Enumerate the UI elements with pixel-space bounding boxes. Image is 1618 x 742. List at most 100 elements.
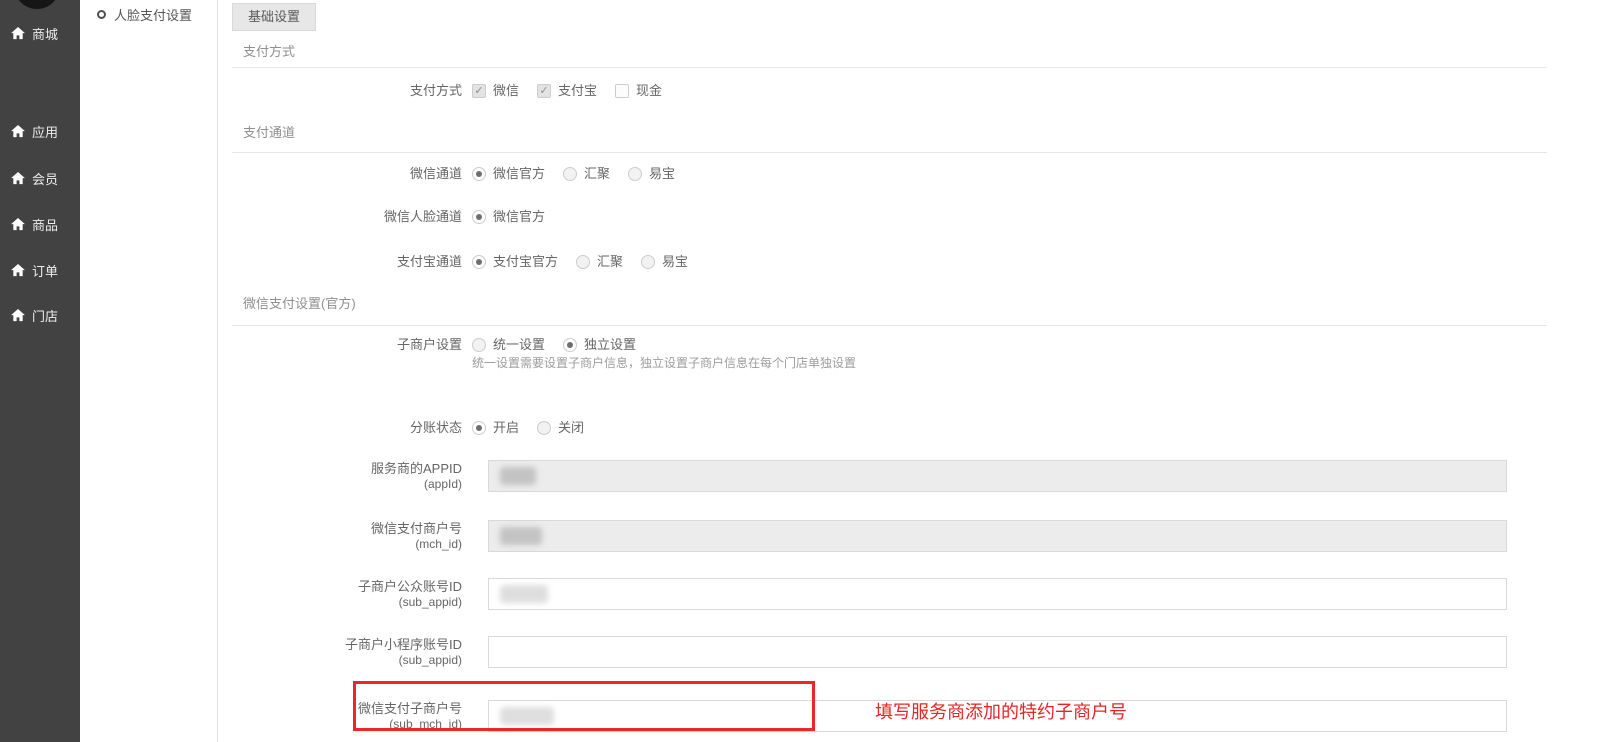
annotation-text: 填写服务商添加的特约子商户号 (875, 698, 1127, 724)
section-divider (232, 325, 1547, 326)
avatar[interactable] (14, 0, 60, 9)
form-row-pay-method: 支付方式 ✓ 微信 ✓ 支付宝 ✓ 现金 (232, 81, 1618, 101)
field-sublabel: (appId) (232, 477, 462, 492)
field-sublabel: (sub_appid) (232, 653, 462, 668)
home-icon (11, 172, 25, 185)
checkbox-cash[interactable]: ✓ 现金 (615, 81, 662, 101)
field-label: 微信人脸通道 (232, 207, 462, 227)
radio-split-on[interactable]: 开启 (472, 418, 519, 438)
content-area: 基础设置 支付方式 支付方式 ✓ 微信 ✓ 支付宝 ✓ 现金 支付通道 微信通道 (218, 0, 1618, 742)
form-row-sub-miniprogram-appid: 子商户小程序账号ID (sub_appid) (232, 636, 1618, 668)
form-row-mch-id: 微信支付商户号 (mch_id) (232, 520, 1618, 552)
main-nav: 商城 应用 会员 商品 订单 门店 (0, 24, 80, 325)
radio-label: 独立设置 (584, 335, 636, 355)
sidebar-item-mall[interactable]: 商城 (0, 24, 80, 43)
sidebar-item-orders[interactable]: 订单 (0, 261, 80, 280)
submenu-item-face-payment-settings[interactable]: 人脸支付设置 (80, 0, 217, 24)
sub-sidebar: 人脸支付设置 (80, 0, 218, 742)
checkbox-unchecked-icon: ✓ (615, 84, 629, 98)
section-title-wechat-official: 微信支付设置(官方) (232, 296, 1618, 312)
sub-merchant-mode-hint: 统一设置需要设置子商户信息，独立设置子商户信息在每个门店单独设置 (472, 355, 1618, 371)
radio-label: 统一设置 (493, 335, 545, 355)
form-row-wechat-channel: 微信通道 微信官方 汇聚 易宝 (232, 164, 1618, 184)
checkbox-checked-icon: ✓ (472, 84, 486, 98)
field-label: 服务商的APPID (232, 460, 462, 477)
field-label: 子商户小程序账号ID (232, 636, 462, 653)
home-icon (11, 264, 25, 277)
sub-miniprogram-appid-input[interactable] (488, 636, 1507, 668)
radio-unified-setting[interactable]: 统一设置 (472, 335, 545, 355)
submenu-item-label: 人脸支付设置 (114, 5, 192, 24)
sidebar-item-label: 应用 (32, 122, 58, 141)
radio-independent-setting[interactable]: 独立设置 (563, 335, 636, 355)
field-label: 微信通道 (232, 164, 462, 184)
checkbox-alipay[interactable]: ✓ 支付宝 (537, 81, 597, 101)
home-icon (11, 309, 25, 322)
sidebar-item-members[interactable]: 会员 (0, 169, 80, 188)
field-label: 子商户公众账号ID (232, 578, 462, 595)
checkbox-label: 支付宝 (558, 81, 597, 101)
radio-label: 微信官方 (493, 164, 545, 184)
sidebar-item-label: 会员 (32, 169, 58, 188)
form-row-alipay-channel: 支付宝通道 支付宝官方 汇聚 易宝 (232, 252, 1618, 272)
radio-label: 支付宝官方 (493, 252, 558, 272)
radio-yibao[interactable]: 易宝 (628, 164, 675, 184)
field-label: 支付方式 (232, 81, 462, 101)
radio-selected-icon (472, 167, 486, 181)
radio-unselected-icon (472, 338, 486, 352)
form-row-sub-appid: 子商户公众账号ID (sub_appid) (232, 578, 1618, 610)
sub-appid-input[interactable] (488, 578, 1507, 610)
section-divider (232, 152, 1547, 153)
radio-unselected-icon (563, 167, 577, 181)
form-row-appid: 服务商的APPID (appId) (232, 460, 1618, 492)
sidebar-item-goods[interactable]: 商品 (0, 215, 80, 234)
radio-selected-icon (472, 255, 486, 269)
radio-wechat-official[interactable]: 微信官方 (472, 164, 545, 184)
circle-icon (97, 10, 106, 19)
section-title-pay-method: 支付方式 (232, 44, 1618, 60)
radio-unselected-icon (641, 255, 655, 269)
field-sublabel: (sub_appid) (232, 595, 462, 610)
field-label: 子商户设置 (232, 335, 462, 355)
form-row-sub-merchant-mode: 子商户设置 统一设置 独立设置 (232, 335, 1618, 355)
radio-unselected-icon (628, 167, 642, 181)
radio-label: 汇聚 (597, 252, 623, 272)
radio-huiju[interactable]: 汇聚 (563, 164, 610, 184)
radio-unselected-icon (576, 255, 590, 269)
radio-selected-icon (563, 338, 577, 352)
checkbox-label: 现金 (636, 81, 662, 101)
checkbox-checked-icon: ✓ (537, 84, 551, 98)
sidebar-item-apps[interactable]: 应用 (0, 122, 80, 141)
home-icon (11, 125, 25, 138)
radio-huiju-alipay[interactable]: 汇聚 (576, 252, 623, 272)
radio-alipay-official[interactable]: 支付宝官方 (472, 252, 558, 272)
sidebar-item-label: 商城 (32, 24, 58, 43)
sidebar-item-label: 订单 (32, 261, 58, 280)
radio-selected-icon (472, 421, 486, 435)
field-label: 支付宝通道 (232, 252, 462, 272)
appid-input (488, 460, 1507, 492)
radio-label: 微信官方 (493, 207, 545, 227)
form-row-wechat-face-channel: 微信人脸通道 微信官方 (232, 207, 1618, 227)
home-icon (11, 27, 25, 40)
sidebar-item-label: 门店 (32, 306, 58, 325)
home-icon (11, 218, 25, 231)
radio-split-off[interactable]: 关闭 (537, 418, 584, 438)
field-sublabel: (sub_mch_id) (232, 717, 462, 732)
checkbox-label: 微信 (493, 81, 519, 101)
checkbox-wechat[interactable]: ✓ 微信 (472, 81, 519, 101)
sidebar-item-stores[interactable]: 门店 (0, 306, 80, 325)
tab-basic-settings[interactable]: 基础设置 (232, 3, 316, 31)
radio-unselected-icon (537, 421, 551, 435)
section-title-pay-channel: 支付通道 (232, 125, 1618, 141)
radio-label: 易宝 (649, 164, 675, 184)
radio-label: 易宝 (662, 252, 688, 272)
form-row-split-status: 分账状态 开启 关闭 (232, 418, 1618, 438)
radio-selected-icon (472, 210, 486, 224)
radio-label: 开启 (493, 418, 519, 438)
radio-wechat-official-face[interactable]: 微信官方 (472, 207, 545, 227)
section-divider (232, 67, 1547, 68)
field-label: 分账状态 (232, 418, 462, 438)
radio-label: 关闭 (558, 418, 584, 438)
radio-yibao-alipay[interactable]: 易宝 (641, 252, 688, 272)
